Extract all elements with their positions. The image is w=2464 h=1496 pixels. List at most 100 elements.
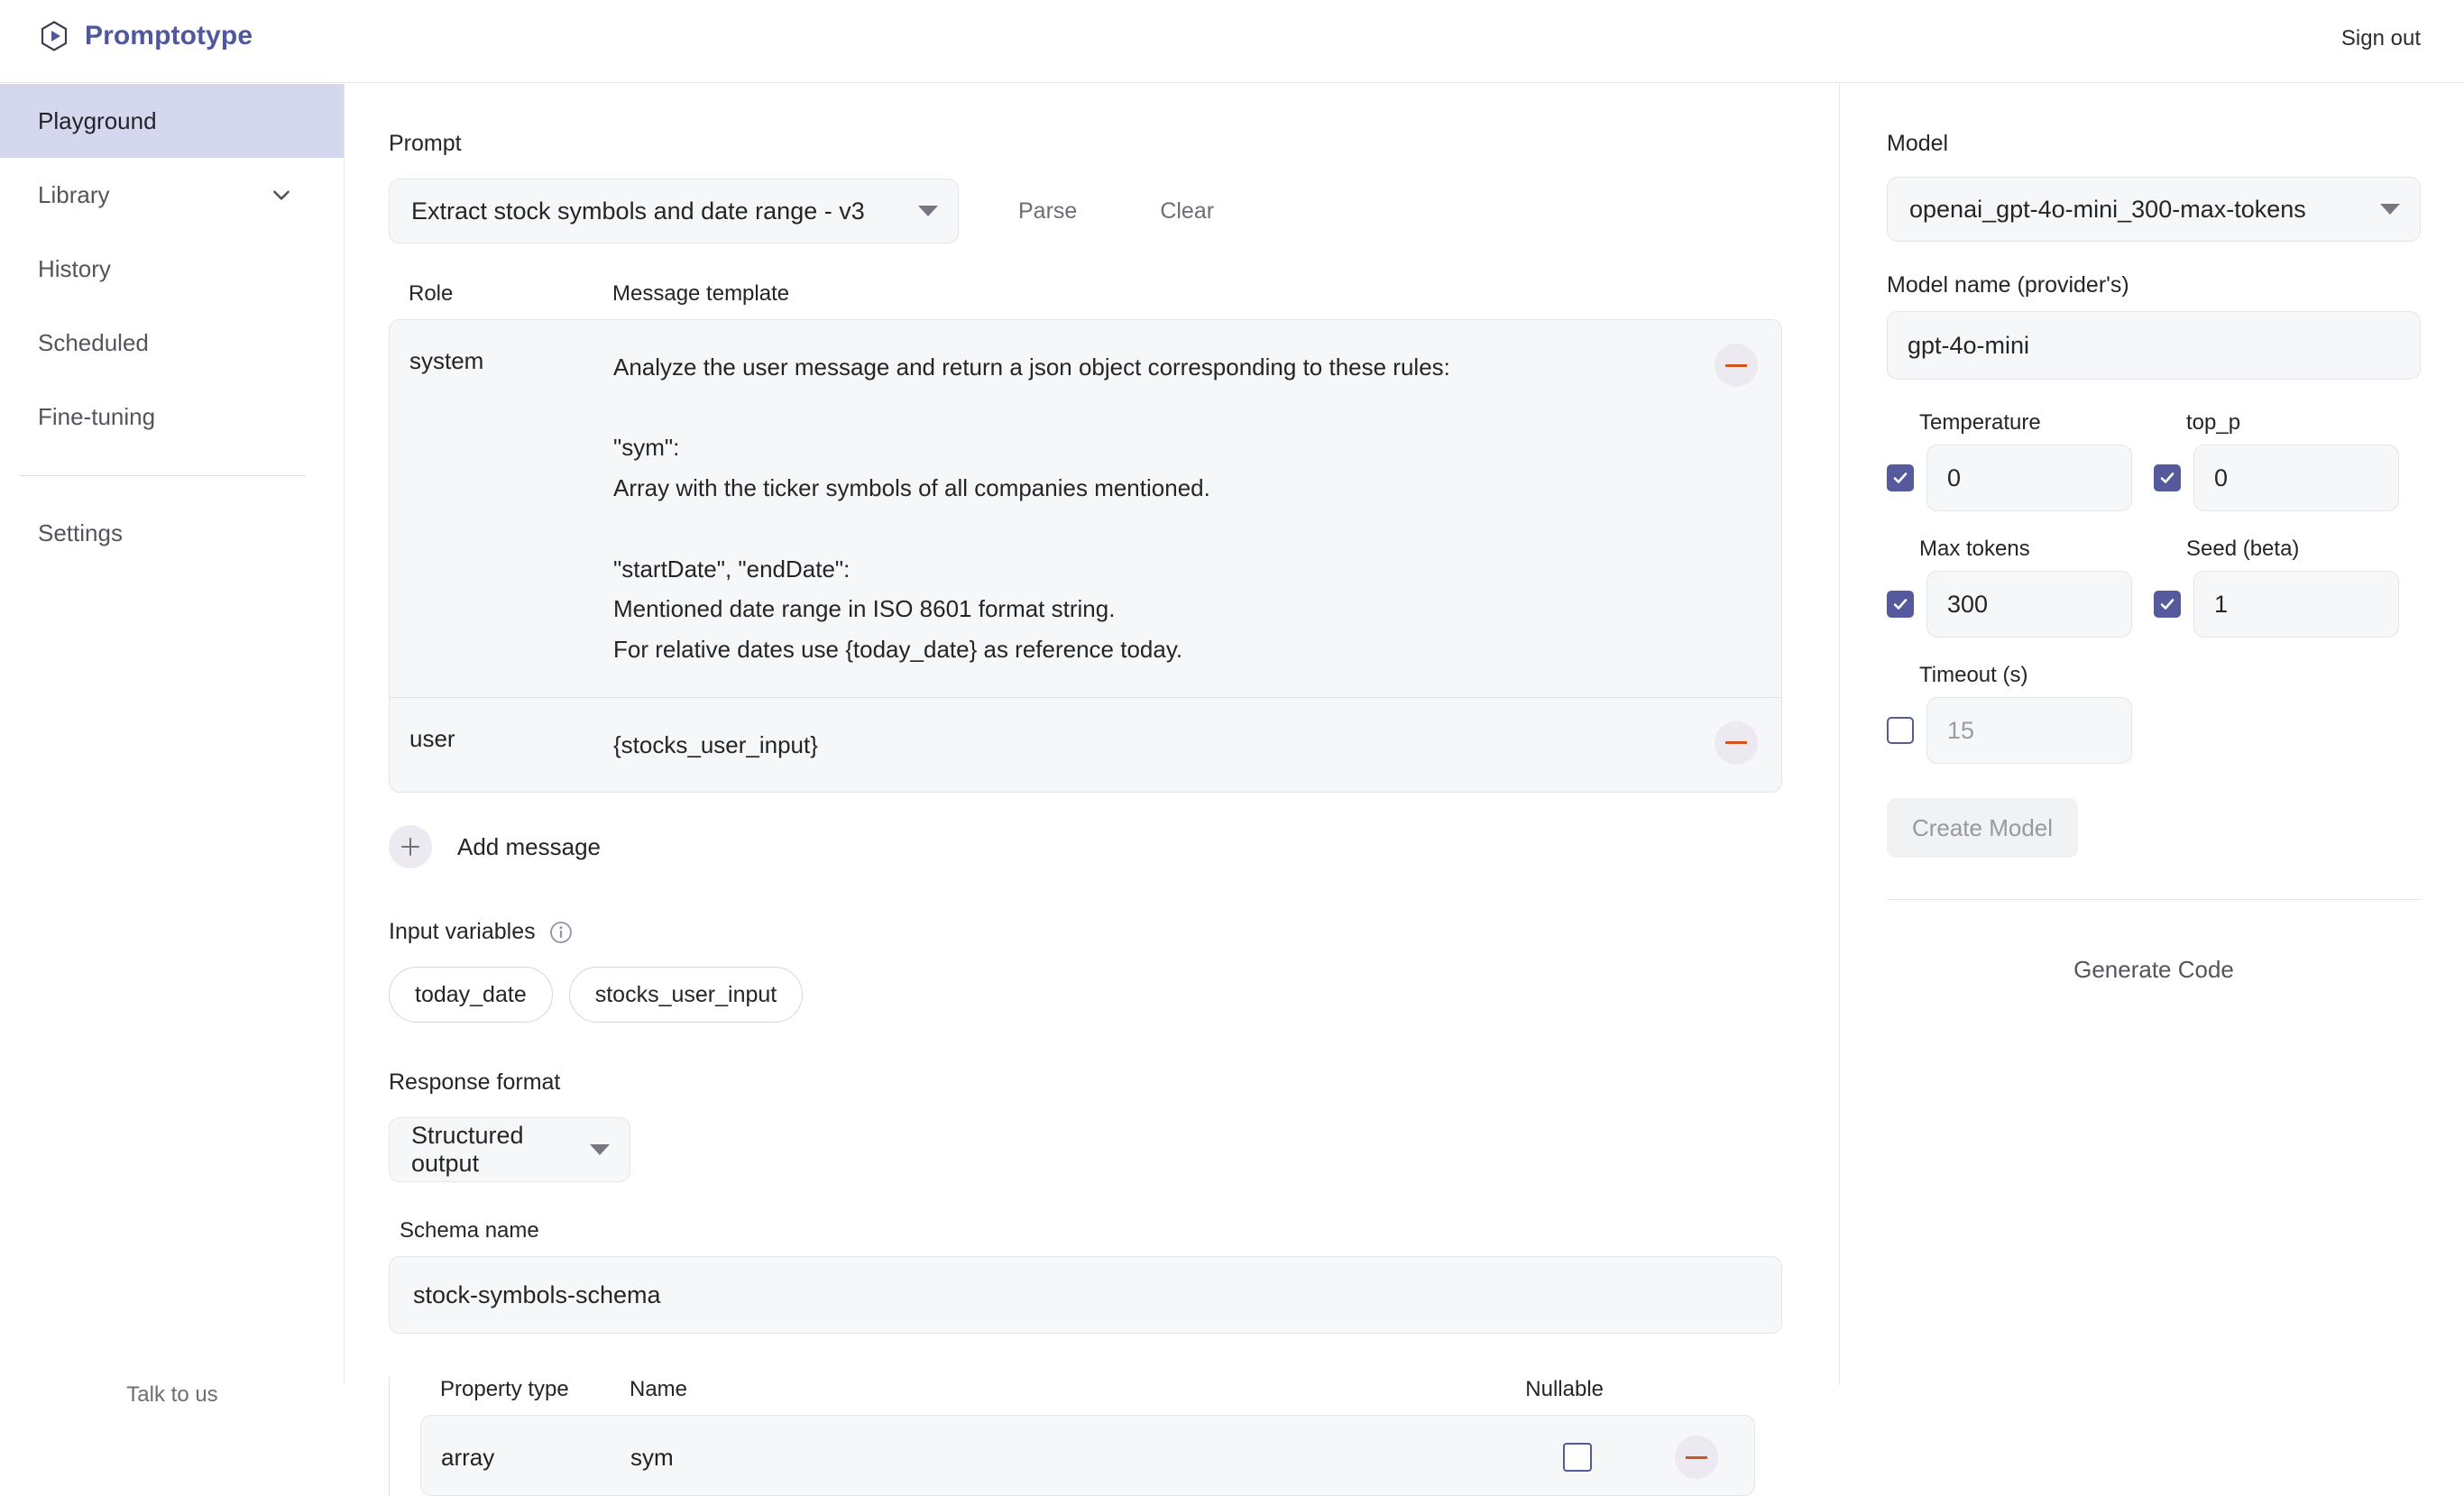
plus-icon — [389, 825, 432, 868]
prompt-select-value: Extract stock symbols and date range - v… — [411, 197, 865, 225]
chevron-down-icon — [918, 206, 938, 216]
column-header-nullable: Nullable — [1525, 1377, 1604, 1402]
property-type-value[interactable]: array — [421, 1444, 630, 1472]
parameter-label: Temperature — [1919, 410, 2154, 436]
model-select-value: openai_gpt-4o-mini_300-max-tokens — [1909, 196, 2306, 224]
minus-icon — [1725, 741, 1747, 744]
remove-message-button[interactable] — [1715, 721, 1758, 765]
column-header-name: Name — [630, 1377, 1441, 1402]
input-variable-chip[interactable]: today_date — [389, 967, 553, 1023]
model-parameters: Temperature 0 top_p 0 — [1887, 410, 2421, 764]
schema-properties-block: Property type Name Nullable array sym — [389, 1377, 1838, 1496]
input-variable-chips: today_date stocks_user_input — [389, 967, 1838, 1023]
parameter-row: Max tokens 300 Seed (beta) 1 — [1887, 537, 2421, 638]
messages-table: system Analyze the user message and retu… — [389, 319, 1782, 793]
generate-code-button[interactable]: Generate Code — [1887, 956, 2421, 984]
sidebar-item-label: Library — [38, 181, 109, 209]
message-template-text[interactable]: {stocks_user_input} — [613, 725, 1781, 766]
top-p-checkbox[interactable] — [2154, 464, 2181, 491]
minus-icon — [1686, 1456, 1707, 1459]
model-section-label: Model — [1887, 131, 2421, 157]
info-icon[interactable] — [548, 920, 574, 945]
remove-message-button[interactable] — [1715, 344, 1758, 387]
minus-icon — [1725, 364, 1747, 367]
parameter-row: Timeout (s) 15 — [1887, 663, 2421, 764]
schema-name-input[interactable]: stock-symbols-schema — [389, 1256, 1782, 1334]
timeout-input[interactable]: 15 — [1926, 697, 2132, 764]
input-variables-label: Input variables — [389, 919, 536, 945]
model-select[interactable]: openai_gpt-4o-mini_300-max-tokens — [1887, 177, 2421, 242]
parameter-label: Max tokens — [1919, 537, 2154, 562]
top-bar: Promptotype Sign out — [0, 0, 2464, 83]
parameter-label: top_p — [2186, 410, 2421, 436]
parameter-label: Timeout (s) — [1919, 663, 2154, 688]
seed-input[interactable]: 1 — [2193, 571, 2399, 638]
temperature-input[interactable]: 0 — [1926, 445, 2132, 511]
top-p-input[interactable]: 0 — [2193, 445, 2399, 511]
column-header-property-type: Property type — [420, 1377, 630, 1402]
message-template-text[interactable]: Analyze the user message and return a js… — [613, 347, 1781, 670]
parameter-row: Temperature 0 top_p 0 — [1887, 410, 2421, 511]
sidebar-item-label: Playground — [38, 107, 157, 135]
chevron-down-icon — [590, 1144, 610, 1155]
max-tokens-checkbox[interactable] — [1887, 591, 1914, 618]
sign-out-button[interactable]: Sign out — [2341, 26, 2421, 51]
sidebar-item-label: Scheduled — [38, 329, 149, 357]
panel-divider — [1887, 899, 2421, 900]
input-variables-header: Input variables — [389, 919, 1838, 945]
temperature-checkbox[interactable] — [1887, 464, 1914, 491]
sidebar: Playground Library History Scheduled Fin… — [0, 84, 345, 1385]
response-format-label: Response format — [389, 1069, 1838, 1096]
input-variable-chip[interactable]: stocks_user_input — [569, 967, 804, 1023]
parse-button[interactable]: Parse — [1002, 189, 1093, 234]
sidebar-divider — [20, 475, 306, 476]
column-header-role: Role — [389, 281, 612, 307]
prompt-select[interactable]: Extract stock symbols and date range - v… — [389, 179, 959, 243]
chevron-down-icon — [2380, 204, 2400, 215]
talk-to-us-link[interactable]: Talk to us — [0, 1382, 345, 1408]
response-format-select[interactable]: Structured output — [389, 1117, 630, 1182]
model-name-input[interactable]: gpt-4o-mini — [1887, 311, 2421, 380]
remove-property-button[interactable] — [1675, 1436, 1718, 1479]
sidebar-item-library[interactable]: Library — [0, 158, 344, 232]
max-tokens-input[interactable]: 300 — [1926, 571, 2132, 638]
timeout-checkbox[interactable] — [1887, 717, 1914, 744]
sidebar-item-playground[interactable]: Playground — [0, 84, 344, 158]
parameter-seed: Seed (beta) 1 — [2154, 537, 2421, 638]
nullable-checkbox[interactable] — [1563, 1443, 1592, 1472]
sidebar-item-history[interactable]: History — [0, 232, 344, 306]
add-message-label: Add message — [457, 833, 601, 861]
sidebar-item-label: Settings — [38, 519, 123, 547]
model-panel: Model openai_gpt-4o-mini_300-max-tokens … — [1839, 84, 2464, 1385]
sidebar-item-label: Fine-tuning — [38, 403, 155, 431]
message-role: user — [390, 725, 613, 766]
messages-table-header: Role Message template — [389, 281, 1838, 307]
schema-table-header: Property type Name Nullable — [420, 1377, 1755, 1402]
sidebar-item-scheduled[interactable]: Scheduled — [0, 306, 344, 380]
brand-name: Promptotype — [85, 21, 253, 51]
sidebar-item-label: History — [38, 255, 111, 283]
schema-name-label: Schema name — [389, 1218, 1838, 1244]
message-role: system — [390, 347, 613, 670]
sidebar-item-settings[interactable]: Settings — [0, 496, 344, 570]
table-row: user {stocks_user_input} — [390, 697, 1781, 793]
clear-button[interactable]: Clear — [1144, 189, 1230, 234]
create-model-button[interactable]: Create Model — [1887, 798, 2078, 858]
model-name-label: Model name (provider's) — [1887, 272, 2421, 298]
brand: Promptotype — [38, 20, 253, 52]
prompt-section-label: Prompt — [389, 131, 1838, 157]
parameter-max-tokens: Max tokens 300 — [1887, 537, 2154, 638]
add-message-button[interactable]: Add message — [389, 825, 1838, 868]
seed-checkbox[interactable] — [2154, 591, 2181, 618]
hexagon-play-icon — [38, 20, 70, 52]
schema-table: array sym — [420, 1415, 1755, 1496]
parameter-label: Seed (beta) — [2186, 537, 2421, 562]
response-format-value: Structured output — [411, 1122, 577, 1178]
table-row: array sym — [421, 1416, 1754, 1495]
main-content: Prompt Extract stock symbols and date ra… — [345, 84, 1838, 1385]
table-row: system Analyze the user message and retu… — [390, 320, 1781, 697]
sidebar-item-fine-tuning[interactable]: Fine-tuning — [0, 380, 344, 454]
property-name-value[interactable]: sym — [630, 1444, 1442, 1472]
chevron-down-icon — [270, 183, 306, 207]
parameter-top-p: top_p 0 — [2154, 410, 2421, 511]
